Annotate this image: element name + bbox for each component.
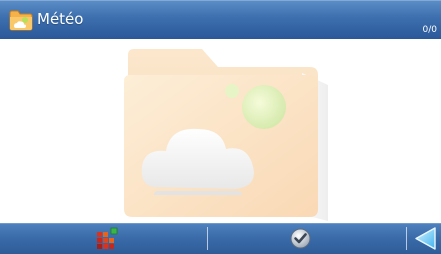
confirm-button[interactable]	[208, 223, 406, 254]
bottom-toolbar	[0, 223, 441, 254]
content-area	[0, 39, 441, 223]
weather-folder-watermark-icon	[124, 49, 328, 221]
page-counter: 0/0	[422, 25, 437, 35]
window-title: Météo	[37, 10, 84, 28]
back-button[interactable]	[407, 223, 441, 254]
app-window: Météo 0/0	[0, 0, 441, 254]
category-button[interactable]	[0, 223, 207, 254]
title-bar: Météo 0/0	[0, 0, 441, 39]
checkmark-icon	[290, 228, 311, 249]
weather-folder-icon	[9, 10, 33, 31]
back-arrow-icon	[415, 227, 436, 250]
category-grid-icon	[97, 227, 118, 249]
